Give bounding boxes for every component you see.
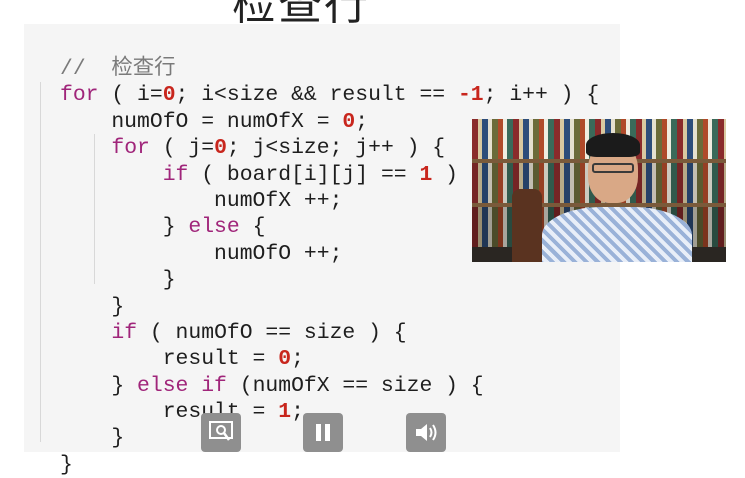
- code-number: 1: [278, 400, 292, 425]
- code-text: }: [60, 426, 125, 451]
- pause-icon: [316, 424, 330, 441]
- code-text: }: [60, 215, 189, 240]
- code-keyword: if: [111, 320, 138, 345]
- code-keyword: else if: [137, 373, 227, 398]
- code-line: if ( numOfO == size ) {: [60, 320, 599, 346]
- code-number: 0: [214, 136, 227, 161]
- presenter-hair: [586, 133, 640, 157]
- code-text: result =: [60, 347, 279, 372]
- code-text: ( board[i][j] ==: [188, 162, 420, 187]
- code-text: ; i++ ) {: [483, 83, 600, 108]
- code-text: ;: [355, 109, 369, 134]
- code-text: ; i<size && result ==: [175, 83, 458, 108]
- code-line: }: [60, 267, 599, 293]
- code-number: 1: [419, 162, 433, 187]
- code-text: ; j<size; j++ ) {: [226, 136, 446, 161]
- code-text: numOfO ++;: [60, 241, 343, 266]
- chair: [512, 189, 542, 262]
- volume-icon: [416, 424, 437, 441]
- zoom-icon: [209, 421, 233, 441]
- code-line: }: [60, 294, 599, 320]
- code-text: ;: [291, 400, 304, 425]
- code-number: 0: [278, 347, 292, 372]
- code-number: 0: [162, 83, 176, 108]
- presenter-video[interactable]: [472, 119, 726, 262]
- indent-guide: [40, 82, 41, 442]
- code-line: } else if (numOfX == size ) {: [60, 373, 599, 399]
- code-text: numOfX ++;: [60, 188, 343, 213]
- presenter-body: [542, 207, 692, 262]
- code-line: }: [60, 452, 599, 478]
- code-keyword: for: [60, 83, 99, 108]
- code-keyword: else: [188, 215, 240, 240]
- code-text: {: [239, 215, 266, 240]
- code-number: -1: [457, 83, 484, 108]
- code-number: 0: [342, 109, 356, 134]
- code-text: numOfO = numOfX =: [60, 109, 343, 134]
- code-keyword: for: [111, 136, 150, 161]
- code-text: }: [60, 268, 176, 293]
- code-text: }: [60, 294, 125, 319]
- code-text: result =: [60, 400, 279, 425]
- presenter-glasses: [592, 163, 634, 173]
- code-text: }: [60, 452, 73, 477]
- code-text: (numOfX == size ) {: [226, 373, 484, 398]
- code-text: ( j=: [149, 136, 215, 161]
- code-text: ( i=: [98, 83, 163, 108]
- code-line: result = 0;: [60, 346, 599, 372]
- code-line: // 检查行: [60, 56, 599, 82]
- code-text: }: [60, 373, 138, 398]
- volume-button[interactable]: [406, 413, 446, 452]
- code-line: for ( i=0; i<size && result == -1; i++ )…: [60, 82, 599, 108]
- code-comment: // 检查行: [60, 57, 176, 81]
- code-keyword: if: [162, 162, 189, 187]
- zoom-icon-button[interactable]: [201, 413, 241, 452]
- pause-button[interactable]: [303, 413, 343, 452]
- code-text: ( numOfO == size ) {: [137, 320, 407, 345]
- code-text: ;: [291, 347, 304, 372]
- code-text: ): [432, 162, 458, 187]
